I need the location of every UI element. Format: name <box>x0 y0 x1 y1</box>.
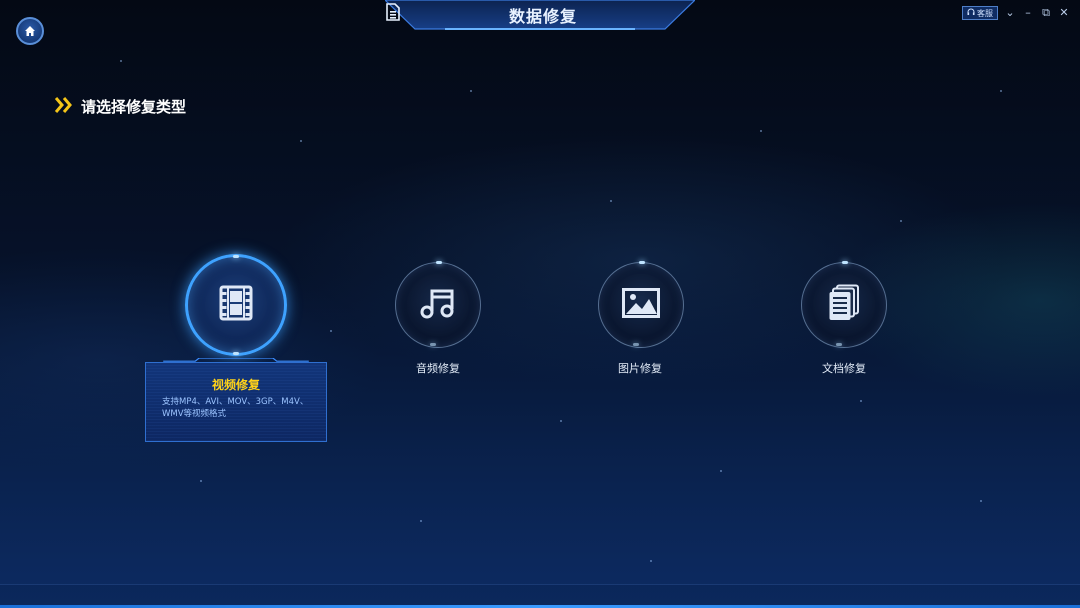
video-repair-description: 支持MP4、AVI、MOV、3GP、M4V、WMV等视频格式 <box>162 397 309 419</box>
audio-repair-circle[interactable] <box>395 261 481 348</box>
double-chevron-icon <box>54 96 75 117</box>
status-band <box>0 584 1080 605</box>
customer-service-label: 客服 <box>977 8 993 18</box>
restore-button[interactable]: ⧉ <box>1040 7 1052 19</box>
repair-card-audio[interactable]: 音频修复 <box>378 260 498 380</box>
customer-service-button[interactable]: 客服 <box>962 6 998 20</box>
section-heading: 请选择修复类型 <box>54 96 187 117</box>
film-icon <box>219 285 253 325</box>
video-repair-circle[interactable] <box>185 254 287 356</box>
video-repair-detail-panel[interactable]: 视频修复 支持MP4、AVI、MOV、3GP、M4V、WMV等视频格式 <box>145 358 327 442</box>
document-repair-label: 文档修复 <box>822 362 866 375</box>
music-note-icon <box>420 286 456 324</box>
image-repair-label: 图片修复 <box>618 362 662 375</box>
close-button[interactable]: ✕ <box>1058 7 1070 19</box>
dropdown-menu-button[interactable]: ⌄ <box>1004 7 1016 19</box>
repair-card-image[interactable]: 图片修复 <box>580 260 700 380</box>
window-controls: 客服 ⌄ – ⧉ ✕ <box>962 6 1070 20</box>
headset-icon <box>967 8 975 18</box>
audio-repair-label: 音频修复 <box>416 362 460 375</box>
document-repair-circle[interactable] <box>801 261 887 348</box>
home-icon <box>24 22 36 41</box>
app-window: 数据修复 客服 ⌄ – ⧉ ✕ 请选择修复类型 视频修复 支持MP4、AVI、M… <box>0 0 1080 608</box>
minimize-button[interactable]: – <box>1022 7 1034 19</box>
document-stack-icon <box>828 284 860 326</box>
image-repair-circle[interactable] <box>598 261 684 348</box>
window-title: 数据修复 <box>508 7 577 26</box>
title-plate: 数据修复 <box>385 0 695 30</box>
repair-card-document[interactable]: 文档修复 <box>783 260 903 380</box>
picture-icon <box>622 288 660 322</box>
video-repair-title: 视频修复 <box>211 378 260 392</box>
section-heading-text: 请选择修复类型 <box>81 98 187 116</box>
home-button[interactable] <box>16 17 44 45</box>
